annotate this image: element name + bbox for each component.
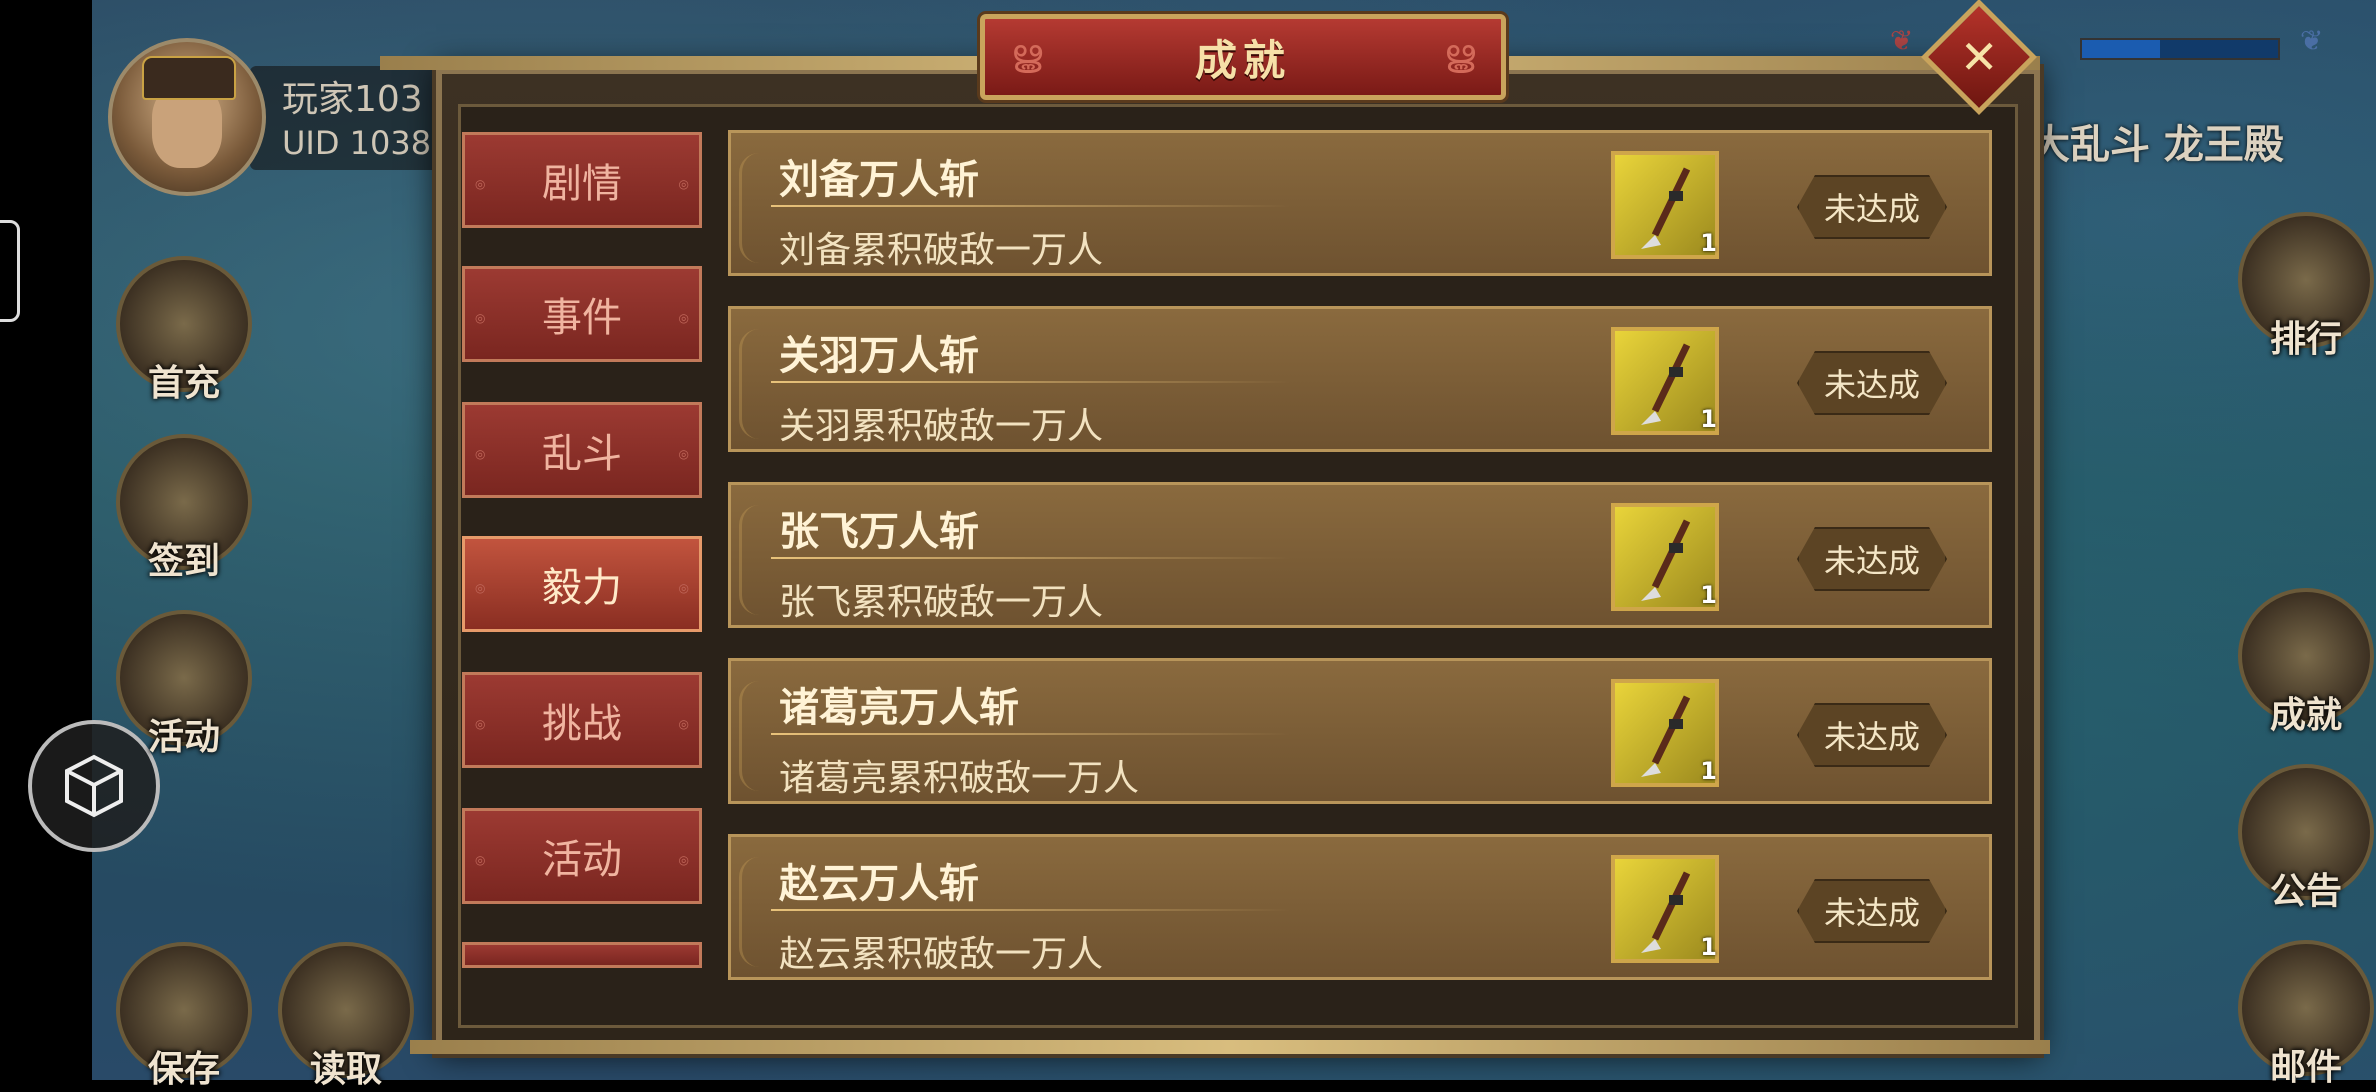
player-name: 玩家103	[282, 79, 423, 120]
avatar-crown	[142, 56, 236, 100]
notice-label: 公告	[2269, 871, 2342, 912]
status-badge: 未达成	[1797, 175, 1947, 239]
tab-activity-label: 活动	[542, 837, 622, 883]
achievement-row: 刘备万人斩 刘备累积破敌一万人 1 未达成	[728, 130, 1992, 276]
row-divider	[771, 909, 1291, 911]
tab-challenge-label: 挑战	[542, 701, 622, 747]
reward-item-slot[interactable]: 1	[1611, 503, 1719, 611]
status-text: 未达成	[1823, 190, 1920, 228]
tab-perseverance-label: 毅力	[542, 565, 622, 611]
row-ornament	[739, 505, 782, 615]
row-ornament	[739, 857, 782, 967]
load-button[interactable]: 读取	[278, 942, 414, 1090]
row-divider	[771, 205, 1291, 207]
edge-handle[interactable]	[0, 220, 20, 322]
tab-event-label: 事件	[542, 295, 622, 341]
spear-item-icon	[1641, 519, 1691, 601]
row-ornament	[739, 153, 782, 263]
reward-count: 1	[1700, 933, 1717, 961]
checkin-button[interactable]: 签到	[116, 434, 252, 582]
top-right-banner-text: 大乱斗 龙王殿	[2030, 122, 2284, 168]
achievement-desc: 张飞累积破敌一万人	[779, 582, 1104, 623]
achievement-desc: 赵云累积破敌一万人	[779, 934, 1104, 975]
status-badge: 未达成	[1797, 351, 1947, 415]
tab-challenge[interactable]: ◎ 挑战 ◎	[462, 672, 702, 768]
close-icon: ✕	[1959, 29, 1999, 84]
reward-item-slot[interactable]: 1	[1611, 151, 1719, 259]
tab-story-label: 剧情	[542, 161, 622, 207]
tab-story[interactable]: ◎ 剧情 ◎	[462, 132, 702, 228]
achievement-side-button[interactable]: 成就	[2238, 588, 2374, 736]
left-black-strip	[0, 0, 92, 1080]
activity-button[interactable]: 活动	[116, 610, 252, 758]
status-text: 未达成	[1823, 718, 1920, 756]
first-recharge-button[interactable]: 首充	[116, 256, 252, 404]
achievement-row: 诸葛亮万人斩 诸葛亮累积破敌一万人 1 未达成	[728, 658, 1992, 804]
tab-perseverance[interactable]: ◎ 毅力 ◎	[462, 536, 702, 632]
status-text: 未达成	[1823, 542, 1920, 580]
achievement-title: 张飞万人斩	[779, 509, 979, 555]
achievement-desc: 关羽累积破敌一万人	[779, 406, 1104, 447]
tab-brawl[interactable]: ◎ 乱斗 ◎	[462, 402, 702, 498]
save-label: 保存	[147, 1049, 220, 1090]
checkin-label: 签到	[147, 541, 220, 582]
dialog-bottom-bar	[410, 1040, 2050, 1054]
cube-icon	[65, 754, 123, 818]
achievement-row: 关羽万人斩 关羽累积破敌一万人 1 未达成	[728, 306, 1992, 452]
tab-activity[interactable]: ◎ 活动 ◎	[462, 808, 702, 904]
butterfly-icon: ❦	[1890, 24, 1914, 57]
status-badge: 未达成	[1797, 527, 1947, 591]
swirl-ornament-icon: ൠ	[1443, 33, 1475, 74]
row-ornament	[739, 329, 782, 439]
status-badge: 未达成	[1797, 879, 1947, 943]
status-badge: 未达成	[1797, 703, 1947, 767]
save-button[interactable]: 保存	[116, 942, 252, 1090]
spear-item-icon	[1641, 167, 1691, 249]
status-text: 未达成	[1823, 366, 1920, 404]
reward-count: 1	[1700, 405, 1717, 433]
butterfly-icon: ❦	[2300, 24, 2324, 57]
mail-label: 邮件	[2269, 1047, 2342, 1088]
achievement-row: 赵云万人斩 赵云累积破敌一万人 1 未达成	[728, 834, 1992, 980]
reward-item-slot[interactable]: 1	[1611, 679, 1719, 787]
reward-count: 1	[1700, 229, 1717, 257]
achievement-desc: 刘备累积破敌一万人	[779, 230, 1104, 271]
achievement-title: 赵云万人斩	[779, 861, 979, 907]
achievement-side-label: 成就	[2269, 695, 2342, 736]
tab-partial[interactable]	[462, 942, 702, 968]
dialog-title-plate: ൠ 成就 ൠ	[980, 14, 1506, 100]
top-progress-bar	[2080, 38, 2280, 60]
floating-assist-button[interactable]	[28, 720, 160, 852]
player-uid: UID 1038	[282, 124, 432, 162]
spear-item-icon	[1641, 695, 1691, 777]
status-text: 未达成	[1823, 894, 1920, 932]
notice-button[interactable]: 公告	[2238, 764, 2374, 912]
reward-item-slot[interactable]: 1	[1611, 327, 1719, 435]
player-avatar[interactable]	[108, 38, 266, 196]
row-divider	[771, 557, 1291, 559]
first-recharge-label: 首充	[147, 363, 220, 404]
achievement-title: 关羽万人斩	[779, 333, 979, 379]
reward-count: 1	[1700, 581, 1717, 609]
row-divider	[771, 733, 1291, 735]
swirl-ornament-icon: ൠ	[1011, 33, 1043, 74]
ranking-label: 排行	[2269, 319, 2342, 360]
spear-item-icon	[1641, 343, 1691, 425]
activity-label: 活动	[147, 717, 220, 758]
ranking-button[interactable]: 排行	[2238, 212, 2374, 360]
reward-item-slot[interactable]: 1	[1611, 855, 1719, 963]
mail-button[interactable]: 邮件	[2238, 940, 2374, 1088]
tab-event[interactable]: ◎ 事件 ◎	[462, 266, 702, 362]
row-divider	[771, 381, 1291, 383]
dialog-title: 成就	[1194, 35, 1291, 85]
spear-item-icon	[1641, 871, 1691, 953]
load-label: 读取	[309, 1049, 382, 1090]
reward-count: 1	[1700, 757, 1717, 785]
achievement-title: 诸葛亮万人斩	[779, 685, 1019, 731]
achievement-title: 刘备万人斩	[779, 157, 979, 203]
tab-brawl-label: 乱斗	[542, 431, 622, 477]
achievement-row: 张飞万人斩 张飞累积破敌一万人 1 未达成	[728, 482, 1992, 628]
row-ornament	[739, 681, 782, 791]
achievement-desc: 诸葛亮累积破敌一万人	[779, 758, 1140, 799]
